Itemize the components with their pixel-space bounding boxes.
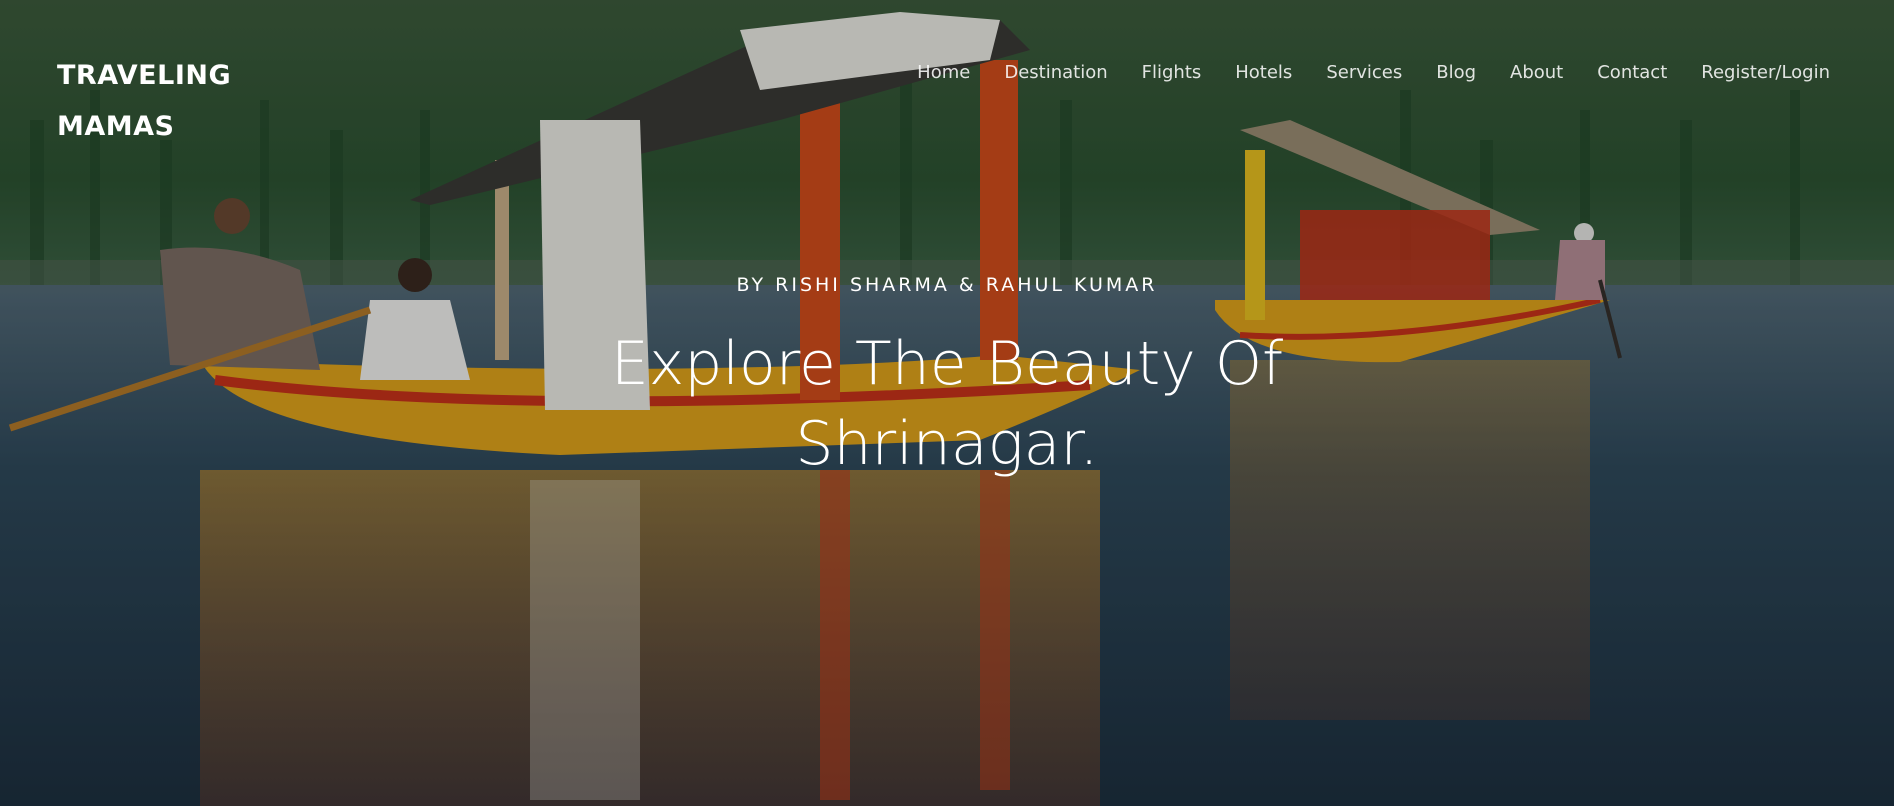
hero-title-line-1: Explore The Beauty Of [610,329,1284,399]
nav-home[interactable]: Home [917,62,970,83]
nav-services[interactable]: Services [1326,62,1402,83]
nav-contact[interactable]: Contact [1597,62,1667,83]
hero-byline: BY RISHI SHARMA & RAHUL KUMAR [736,274,1158,296]
nav-about[interactable]: About [1510,62,1563,83]
site-logo[interactable]: TRAVELING MAMAS [57,50,277,152]
nav-blog[interactable]: Blog [1436,62,1476,83]
nav-destination[interactable]: Destination [1004,62,1107,83]
main-navigation: Home Destination Flights Hotels Services… [917,62,1830,83]
hero-title: Explore The Beauty Of Shrinagar. [0,324,1894,484]
nav-hotels[interactable]: Hotels [1235,62,1292,83]
hero-title-line-2: Shrinagar. [795,409,1099,479]
logo-line-1: TRAVELING [57,60,232,91]
hero-section: TRAVELING MAMAS Home Destination Flights… [0,0,1894,806]
nav-register-login[interactable]: Register/Login [1701,62,1830,83]
nav-flights[interactable]: Flights [1142,62,1202,83]
logo-line-2: MAMAS [57,111,175,142]
